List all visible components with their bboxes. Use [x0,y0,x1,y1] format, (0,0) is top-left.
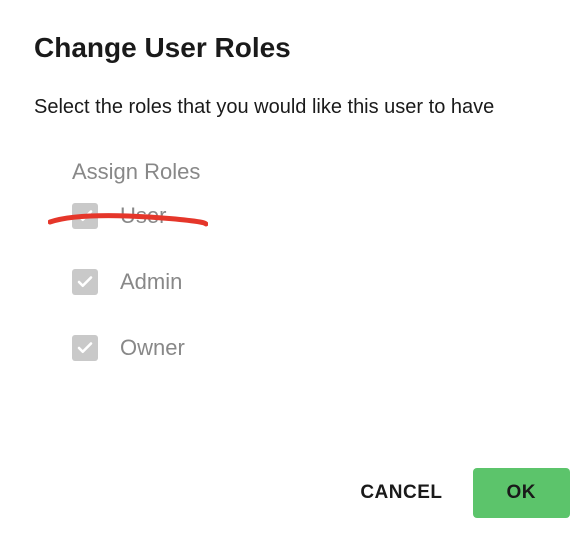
checkmark-icon [76,207,94,225]
checkmark-icon [76,273,94,291]
checkbox-admin[interactable] [72,269,98,295]
role-item-admin: Admin [72,269,554,295]
checkmark-icon [76,339,94,357]
checkbox-owner[interactable] [72,335,98,361]
dialog-title: Change User Roles [34,32,554,64]
cancel-button[interactable]: CANCEL [352,468,450,518]
dialog-subtitle: Select the roles that you would like thi… [34,96,554,119]
role-label: Owner [120,335,185,361]
assign-roles-header: Assign Roles [72,159,554,185]
role-item-user: User [72,203,554,229]
role-label: Admin [120,269,182,295]
checkbox-user[interactable] [72,203,98,229]
ok-button[interactable]: OK [473,468,571,518]
role-item-owner: Owner [72,335,554,361]
role-label: User [120,203,166,229]
dialog-button-row: CANCEL OK [352,468,570,518]
role-list: User Admin Owner [72,203,554,361]
